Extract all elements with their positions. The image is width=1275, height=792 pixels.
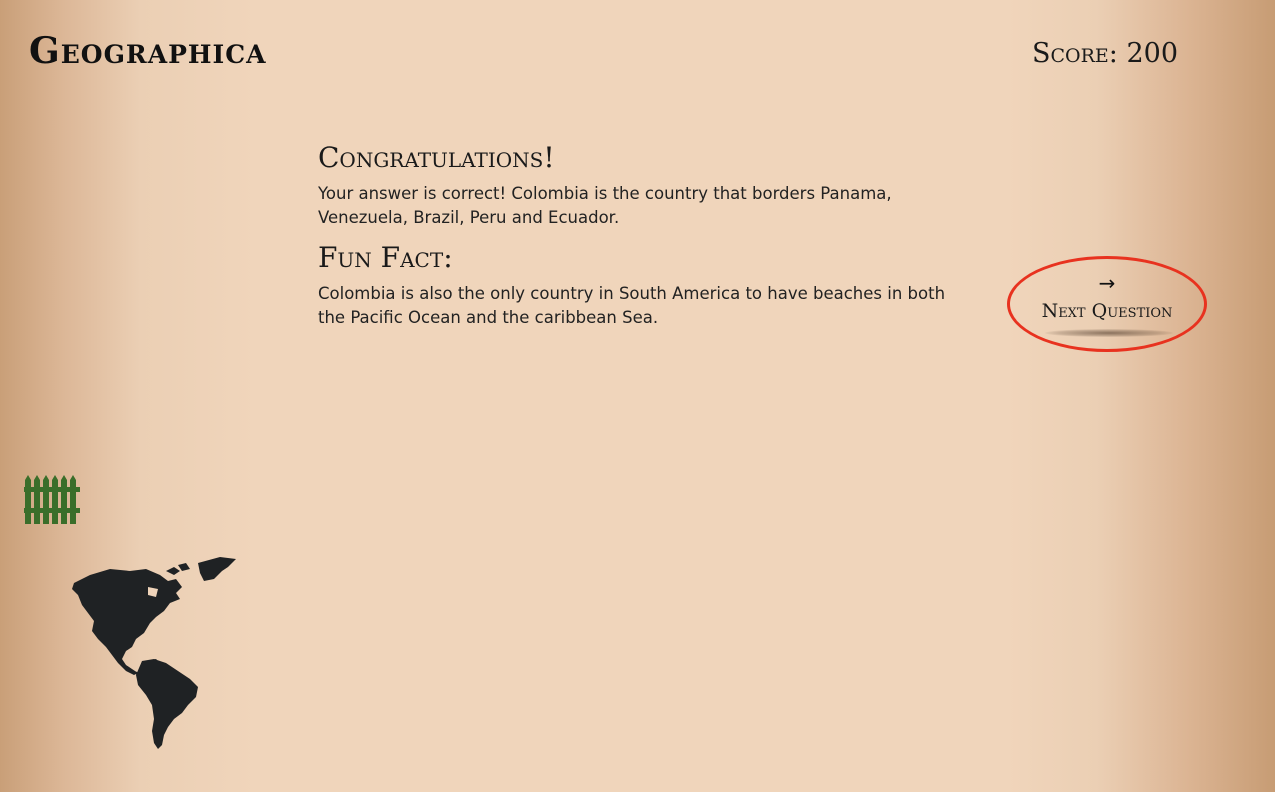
next-question-button[interactable]: → Next Question: [1007, 256, 1207, 352]
app-title: Geographica: [29, 30, 267, 72]
result-message: Your answer is correct! Colombia is the …: [318, 184, 892, 227]
result-panel: Congratulations! Your answer is correct!…: [318, 140, 958, 340]
result-heading: Congratulations!: [318, 141, 555, 174]
fence-icon: [24, 475, 80, 524]
button-shadow: [1045, 329, 1173, 337]
next-question-label: Next Question: [1041, 300, 1173, 322]
americas-map-icon: [72, 557, 236, 749]
arrow-right-icon: →: [1098, 271, 1116, 295]
score-display: Score: 200: [1032, 38, 1178, 69]
fun-fact-heading: Fun Fact:: [318, 241, 453, 274]
fun-fact-text: Colombia is also the only country in Sou…: [318, 284, 946, 327]
